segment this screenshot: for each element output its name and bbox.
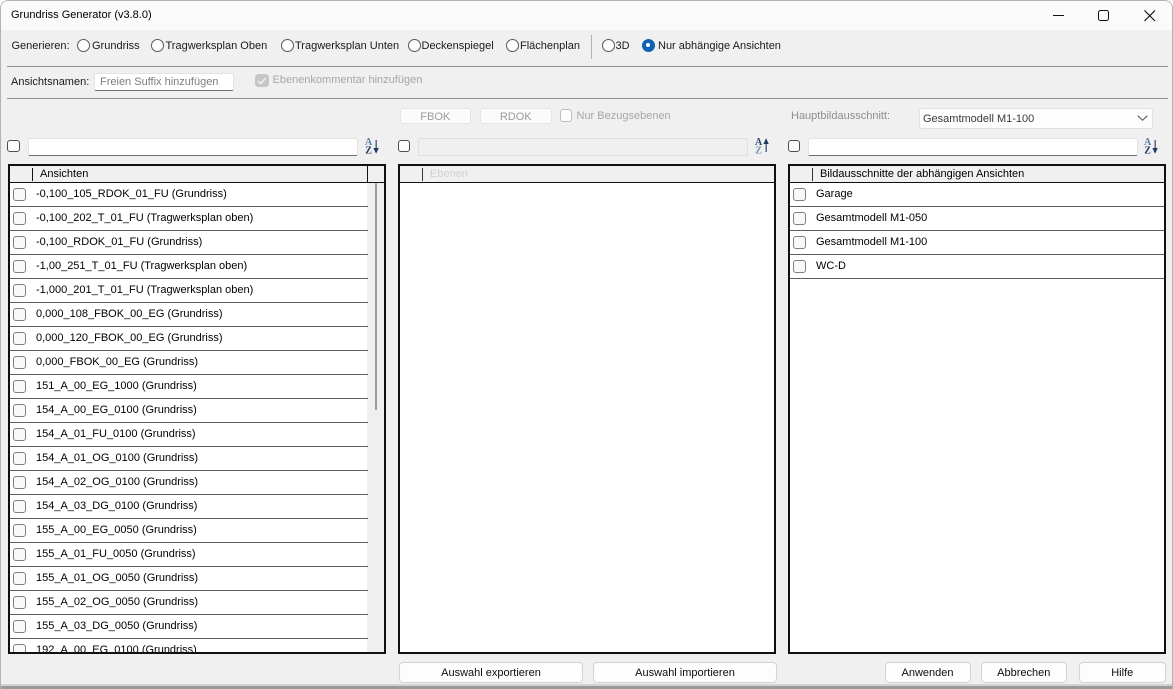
svg-text:Z: Z xyxy=(1144,146,1151,156)
svg-text:Z: Z xyxy=(365,146,372,156)
svg-text:Z: Z xyxy=(755,146,762,156)
